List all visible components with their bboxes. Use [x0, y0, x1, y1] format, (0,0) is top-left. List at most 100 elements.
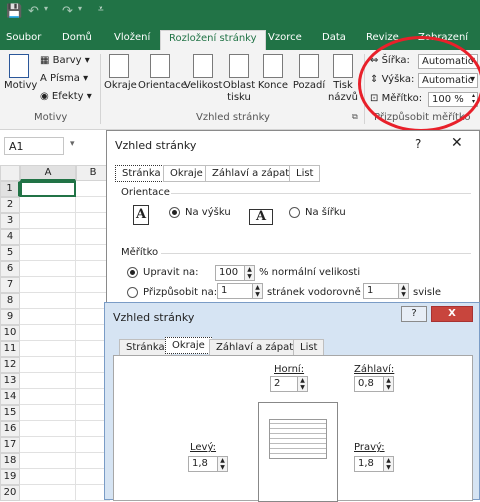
tisk-nazvu-button[interactable]: Tisk názvů — [326, 54, 360, 104]
redo-icon[interactable]: ↷ — [62, 4, 73, 19]
close-button[interactable]: X — [431, 306, 473, 322]
oblast-tisku-button[interactable]: Oblast tisku — [222, 54, 256, 104]
spinner-icon[interactable]: ▲ ▼ — [252, 284, 262, 298]
spinner-icon[interactable]: ▲ ▼ — [398, 284, 408, 298]
row-header[interactable]: 10 — [0, 325, 20, 341]
barvy-button[interactable]: ▦ Barvy ▾ — [40, 54, 90, 68]
header-margin-spinner[interactable]: 0,8 ▲ ▼ — [354, 376, 394, 392]
redo-dropdown-icon[interactable]: ▾ — [78, 4, 82, 13]
row-header[interactable]: 15 — [0, 405, 20, 421]
cell[interactable] — [20, 277, 76, 293]
row-header[interactable]: 7 — [0, 277, 20, 293]
row-header[interactable]: 6 — [0, 261, 20, 277]
landscape-label[interactable]: Na šířku — [305, 207, 346, 218]
fit-label[interactable]: Přizpůsobit na: — [143, 287, 217, 298]
cell[interactable] — [20, 373, 76, 389]
cell[interactable] — [20, 245, 76, 261]
cell[interactable] — [20, 293, 76, 309]
row-header[interactable]: 18 — [0, 453, 20, 469]
column-header-a[interactable]: A — [20, 165, 76, 181]
pisma-button[interactable]: A Písma ▾ — [40, 72, 88, 86]
cell[interactable] — [20, 469, 76, 485]
konce-button[interactable]: Konce — [256, 54, 290, 92]
close-icon[interactable]: ✕ — [451, 135, 463, 151]
help-icon[interactable]: ? — [415, 137, 421, 151]
motivy-button[interactable]: Motivy — [4, 54, 37, 92]
row-header[interactable]: 1 — [0, 181, 20, 197]
cell[interactable] — [20, 213, 76, 229]
left-margin-spinner[interactable]: 1,8 ▲ ▼ — [188, 456, 228, 472]
undo-icon[interactable]: ↶ — [28, 4, 39, 19]
velikost-button[interactable]: Velikost — [184, 54, 222, 92]
portrait-radio[interactable] — [169, 207, 180, 218]
tab-okraje[interactable]: Okraje — [165, 337, 212, 354]
tab-zahlavi-zapati[interactable]: Záhlaví a zápatí — [209, 339, 303, 356]
adjust-spinner[interactable]: 100 ▲ ▼ — [215, 265, 255, 281]
row-header[interactable]: 2 — [0, 197, 20, 213]
cell[interactable] — [20, 229, 76, 245]
spinner-icon[interactable]: ▲ ▼ — [383, 457, 393, 471]
cell[interactable] — [76, 197, 110, 213]
cell[interactable] — [76, 261, 110, 277]
fit-wide-spinner[interactable]: 1 ▲ ▼ — [217, 283, 263, 299]
cell[interactable] — [76, 245, 110, 261]
efekty-button[interactable]: ◉ Efekty ▾ — [40, 90, 92, 104]
cell[interactable] — [76, 277, 110, 293]
fit-radio[interactable] — [127, 287, 138, 298]
spinner-icon[interactable]: ▲ ▼ — [383, 377, 393, 391]
row-header[interactable]: 9 — [0, 309, 20, 325]
spinner-icon[interactable]: ▲ ▼ — [244, 266, 254, 280]
cell[interactable] — [20, 437, 76, 453]
column-header-b[interactable]: B — [76, 165, 110, 181]
row-header[interactable]: 4 — [0, 229, 20, 245]
select-all-corner[interactable] — [0, 165, 20, 181]
row-header[interactable]: 5 — [0, 245, 20, 261]
tab-list[interactable]: List — [289, 165, 321, 182]
row-header[interactable]: 14 — [0, 389, 20, 405]
cell[interactable] — [20, 485, 76, 501]
cell[interactable] — [76, 213, 110, 229]
row-header[interactable]: 12 — [0, 357, 20, 373]
row-header[interactable]: 19 — [0, 469, 20, 485]
cell[interactable] — [20, 405, 76, 421]
cell[interactable] — [20, 421, 76, 437]
row-header[interactable]: 20 — [0, 485, 20, 501]
undo-dropdown-icon[interactable]: ▾ — [44, 4, 48, 13]
tab-vzorce[interactable]: Vzorce — [268, 32, 302, 43]
landscape-radio[interactable] — [289, 207, 300, 218]
cell[interactable] — [76, 229, 110, 245]
tab-rozlozeni-stranky[interactable]: Rozložení stránky — [160, 30, 266, 50]
right-margin-spinner[interactable]: 1,8 ▲ ▼ — [354, 456, 394, 472]
cell[interactable] — [20, 325, 76, 341]
tab-vlozeni[interactable]: Vložení — [114, 32, 150, 43]
adjust-label[interactable]: Upravit na: — [143, 267, 199, 278]
cell[interactable] — [20, 309, 76, 325]
portrait-label[interactable]: Na výšku — [185, 207, 231, 218]
cell[interactable] — [20, 453, 76, 469]
fit-tall-spinner[interactable]: 1 ▲ ▼ — [363, 283, 409, 299]
tab-okraje[interactable]: Okraje — [163, 165, 210, 182]
chevron-down-icon[interactable]: ▾ — [70, 139, 75, 149]
tab-domu[interactable]: Domů — [62, 32, 92, 43]
tab-list[interactable]: List — [293, 339, 325, 356]
cell[interactable] — [20, 357, 76, 373]
tab-stranka[interactable]: Stránka — [119, 339, 172, 356]
row-header[interactable]: 3 — [0, 213, 20, 229]
row-header[interactable]: 13 — [0, 373, 20, 389]
row-header[interactable]: 16 — [0, 421, 20, 437]
name-box[interactable]: A1 — [4, 137, 64, 155]
cell[interactable] — [20, 261, 76, 277]
row-header[interactable]: 8 — [0, 293, 20, 309]
row-header[interactable]: 17 — [0, 437, 20, 453]
okraje-button[interactable]: Okraje — [104, 54, 137, 92]
cell[interactable] — [76, 181, 110, 197]
orientace-button[interactable]: Orientace — [138, 54, 187, 92]
pozadi-button[interactable]: Pozadí — [292, 54, 326, 92]
save-icon[interactable]: 💾 — [6, 4, 22, 19]
tab-stranka[interactable]: Stránka — [115, 165, 168, 182]
top-margin-spinner[interactable]: 2 ▲ ▼ — [270, 376, 308, 392]
cell[interactable] — [20, 389, 76, 405]
adjust-radio[interactable] — [127, 267, 138, 278]
spinner-icon[interactable]: ▲ ▼ — [297, 377, 307, 391]
cell[interactable] — [20, 341, 76, 357]
